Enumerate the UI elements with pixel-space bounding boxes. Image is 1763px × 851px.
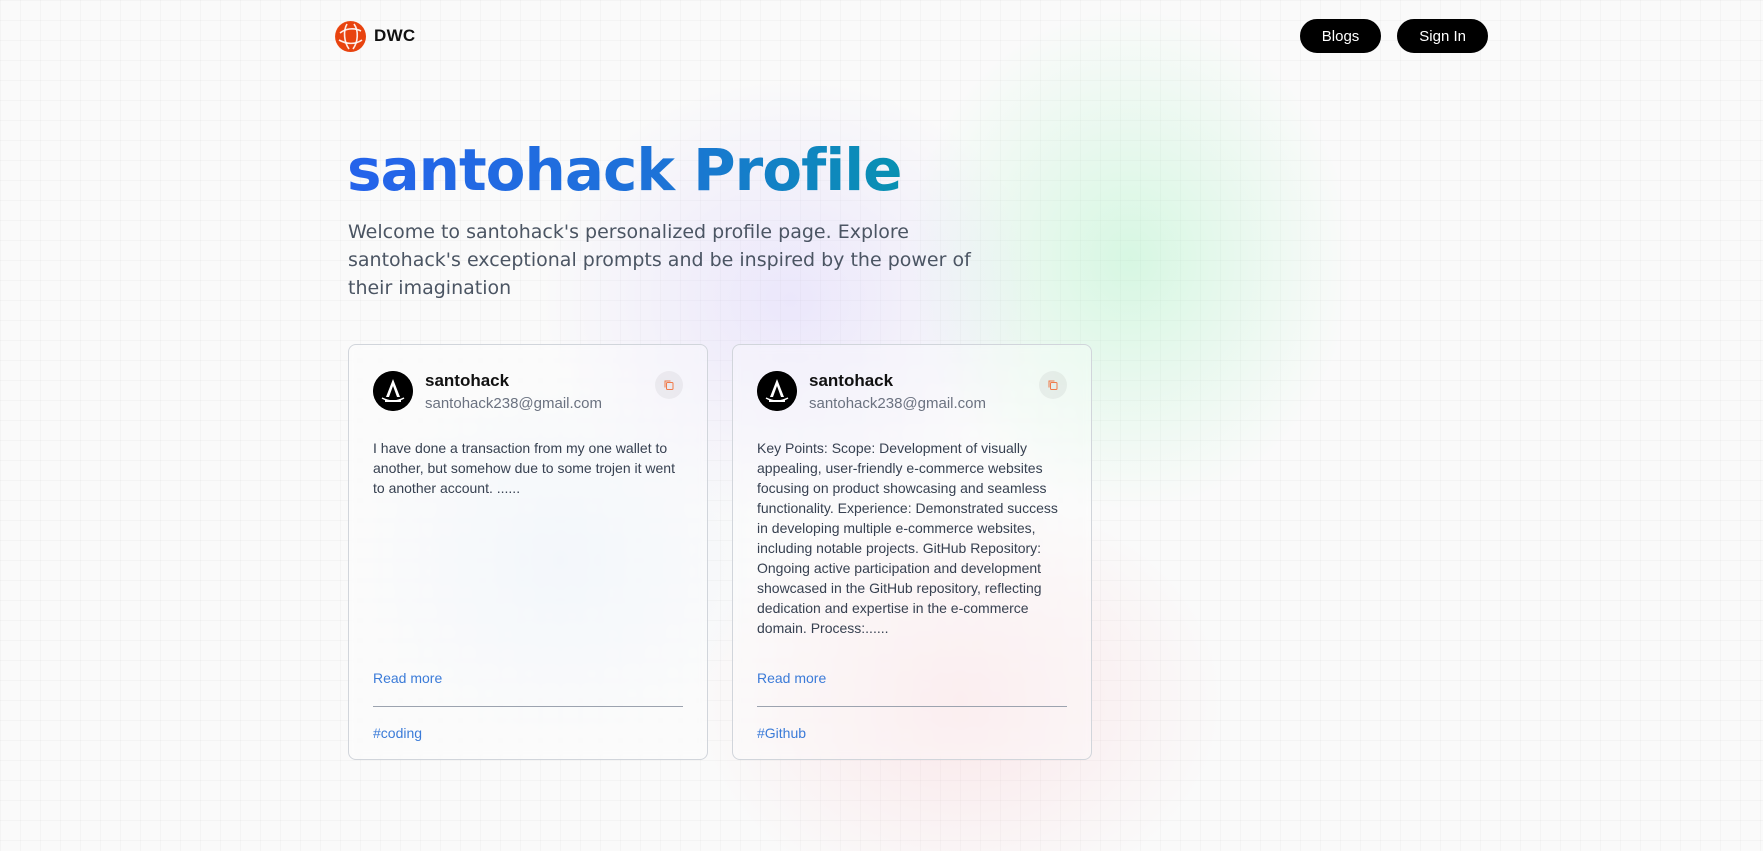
top-navbar: DWC Blogs Sign In bbox=[335, 18, 1488, 54]
tag-link[interactable]: #Github bbox=[757, 725, 806, 741]
user-email: santohack238@gmail.com bbox=[425, 395, 602, 412]
page-title-username: santohack bbox=[347, 136, 674, 204]
username: santohack bbox=[425, 371, 510, 390]
username: santohack bbox=[809, 371, 894, 390]
user-info: santohack santohack238@gmail.com bbox=[809, 371, 986, 412]
card-header: santohack santohack238@gmail.com bbox=[373, 371, 683, 412]
user-avatar-icon[interactable] bbox=[373, 371, 413, 411]
user-email: santohack238@gmail.com bbox=[809, 395, 986, 412]
sign-in-button[interactable]: Sign In bbox=[1397, 19, 1488, 53]
prompt-card: santohack santohack238@gmail.com I have … bbox=[348, 344, 708, 760]
prompt-text: I have done a transaction from my one wa… bbox=[373, 440, 675, 496]
card-header: santohack santohack238@gmail.com bbox=[757, 371, 1067, 412]
copy-icon[interactable] bbox=[1039, 371, 1067, 399]
page-title: santohack Profile bbox=[347, 136, 901, 204]
copy-icon[interactable] bbox=[655, 371, 683, 399]
user-avatar-icon[interactable] bbox=[757, 371, 797, 411]
nav-actions: Blogs Sign In bbox=[1299, 19, 1488, 53]
prompt-text: Key Points: Scope: Development of visual… bbox=[757, 440, 1058, 636]
blogs-button[interactable]: Blogs bbox=[1299, 19, 1382, 53]
brand[interactable]: DWC bbox=[335, 20, 416, 52]
page-subtitle: Welcome to santohack's personalized prof… bbox=[348, 221, 971, 299]
read-more-link[interactable]: Read more bbox=[373, 670, 442, 686]
globe-logo-icon bbox=[335, 20, 366, 52]
card-divider bbox=[757, 706, 1067, 707]
brand-name: DWC bbox=[374, 26, 416, 45]
card-divider bbox=[373, 706, 683, 707]
read-more-link[interactable]: Read more bbox=[757, 670, 826, 686]
page-title-suffix: Profile bbox=[693, 136, 902, 204]
prompt-card: santohack santohack238@gmail.com Key Poi… bbox=[732, 344, 1092, 760]
user-info: santohack santohack238@gmail.com bbox=[425, 371, 602, 412]
tag-link[interactable]: #coding bbox=[373, 725, 422, 741]
